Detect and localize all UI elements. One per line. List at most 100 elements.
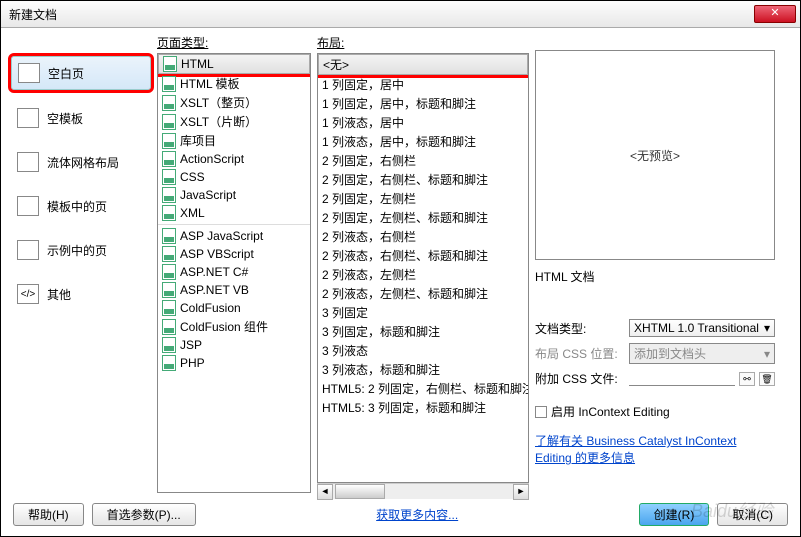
left-item-label: 空白页	[48, 65, 84, 82]
scroll-thumb[interactable]	[335, 484, 385, 499]
file-icon	[162, 228, 176, 244]
doctype-select[interactable]: XHTML 1.0 Transitional ▾	[629, 319, 775, 337]
left-item-label: 空模板	[47, 110, 83, 127]
preferences-button[interactable]: 首选参数(P)...	[92, 503, 196, 526]
file-icon	[162, 187, 176, 203]
left-item-fluid-grid[interactable]: 流体网格布局	[11, 146, 151, 178]
layout-item[interactable]: 2 列固定，右侧栏、标题和脚注	[318, 170, 528, 189]
css-position-select: 添加到文档头 ▾	[629, 343, 775, 364]
page-type-item-label: JavaScript	[180, 188, 236, 202]
cancel-button[interactable]: 取消(C)	[717, 503, 788, 526]
layout-item[interactable]: 1 列固定，居中	[318, 75, 528, 94]
page-type-item-label: ColdFusion	[180, 301, 241, 315]
page-type-item-label: XSLT（整页）	[180, 94, 257, 111]
trash-icon[interactable]: 🗑	[759, 372, 775, 386]
link-icon[interactable]: ⚯	[739, 372, 755, 386]
page-type-item[interactable]: JSP	[158, 336, 310, 354]
layout-item[interactable]: 2 列固定，右侧栏	[318, 151, 528, 170]
incontext-checkbox[interactable]	[535, 406, 547, 418]
grid-icon	[17, 152, 39, 172]
preview-text: <无预览>	[630, 147, 680, 164]
page-type-item-label: XML	[180, 206, 205, 220]
layout-item[interactable]: 3 列固定，标题和脚注	[318, 322, 528, 341]
file-icon	[162, 76, 176, 92]
layout-item[interactable]: 1 列固定，居中，标题和脚注	[318, 94, 528, 113]
left-item-blank-template[interactable]: 空模板	[11, 102, 151, 134]
scroll-track[interactable]	[387, 484, 513, 499]
page-type-item[interactable]: XML	[158, 204, 310, 222]
layout-item[interactable]: 2 列液态，右侧栏、标题和脚注	[318, 246, 528, 265]
attach-css-field[interactable]	[629, 372, 735, 386]
chevron-down-icon: ▾	[764, 321, 770, 335]
page-type-item[interactable]: ColdFusion	[158, 299, 310, 317]
layout-item[interactable]: 1 列液态，居中	[318, 113, 528, 132]
file-icon	[162, 95, 176, 111]
layout-item-label: 2 列液态，左侧栏	[322, 266, 416, 283]
right-info: HTML 文档 文档类型: XHTML 1.0 Transitional ▾ 布…	[535, 268, 775, 466]
page-type-item[interactable]: ActionScript	[158, 150, 310, 168]
page-type-panel: 页面类型: HTMLHTML 模板XSLT（整页）XSLT（片断）库项目Acti…	[157, 32, 311, 499]
left-item-sample-page[interactable]: 示例中的页	[11, 234, 151, 266]
doctype-row: 文档类型: XHTML 1.0 Transitional ▾	[535, 319, 775, 337]
page-type-item[interactable]: HTML 模板	[158, 74, 310, 93]
page-type-item[interactable]: PHP	[158, 354, 310, 372]
page-type-item[interactable]: ASP.NET C#	[158, 263, 310, 281]
page-type-item-label: ASP VBScript	[180, 247, 254, 261]
layout-item[interactable]: 2 列固定，左侧栏、标题和脚注	[318, 208, 528, 227]
file-icon	[163, 56, 177, 72]
layout-item[interactable]: 2 列液态，左侧栏	[318, 265, 528, 284]
left-item-other[interactable]: </> 其他	[11, 278, 151, 310]
dialog-body: 空白页 空模板 流体网格布局 模板中的页 示例中的页	[1, 28, 800, 536]
page-type-item-label: 库项目	[180, 132, 216, 149]
layout-item[interactable]: 1 列液态，居中，标题和脚注	[318, 132, 528, 151]
page-type-item[interactable]: HTML	[158, 54, 310, 74]
layout-item[interactable]: 3 列液态，标题和脚注	[318, 360, 528, 379]
layout-list[interactable]: <无> 1 列固定，居中1 列固定，居中，标题和脚注1 列液态，居中1 列液态，居…	[317, 53, 529, 483]
page-type-item[interactable]: XSLT（片断）	[158, 112, 310, 131]
page-type-item[interactable]: XSLT（整页）	[158, 93, 310, 112]
page-type-item[interactable]: ColdFusion 组件	[158, 317, 310, 336]
page-type-item[interactable]: JavaScript	[158, 186, 310, 204]
create-button[interactable]: 创建(R)	[639, 503, 710, 526]
left-item-blank-page[interactable]: 空白页	[11, 56, 151, 90]
left-item-label: 流体网格布局	[47, 154, 119, 171]
page-type-item[interactable]: ASP JavaScript	[158, 227, 310, 245]
page-type-item[interactable]: CSS	[158, 168, 310, 186]
layout-item[interactable]: <无>	[318, 54, 528, 75]
layout-item[interactable]: 2 列液态，右侧栏	[318, 227, 528, 246]
file-icon	[162, 282, 176, 298]
page-type-item-label: ActionScript	[180, 152, 244, 166]
get-more-link[interactable]: 获取更多内容...	[376, 506, 458, 523]
layout-item[interactable]: 2 列固定，左侧栏	[318, 189, 528, 208]
layout-item[interactable]: HTML5: 2 列固定，右侧栏、标题和脚注	[318, 379, 528, 398]
doctype-value: XHTML 1.0 Transitional	[634, 321, 759, 335]
layout-scrollbar[interactable]: ◄ ►	[317, 483, 529, 499]
layout-item[interactable]: HTML5: 3 列固定，标题和脚注	[318, 398, 528, 417]
file-icon	[162, 337, 176, 353]
template-icon	[17, 108, 39, 128]
close-button[interactable]: ✕	[754, 5, 796, 23]
incontext-row: 启用 InContext Editing	[535, 403, 775, 420]
page-type-list[interactable]: HTMLHTML 模板XSLT（整页）XSLT（片断）库项目 ActionScri…	[157, 53, 311, 493]
help-button[interactable]: 帮助(H)	[13, 503, 84, 526]
left-item-page-from-template[interactable]: 模板中的页	[11, 190, 151, 222]
pages-icon	[17, 196, 39, 216]
attach-css-label: 附加 CSS 文件:	[535, 370, 625, 387]
incontext-learn-link[interactable]: 了解有关 Business Catalyst InContext Editing…	[535, 434, 736, 465]
page-type-item-label: CSS	[180, 170, 205, 184]
page-type-item[interactable]: 库项目	[158, 131, 310, 150]
scroll-right-button[interactable]: ►	[513, 484, 529, 500]
layout-item-label: 3 列固定，标题和脚注	[322, 323, 440, 340]
page-type-item[interactable]: ASP.NET VB	[158, 281, 310, 299]
layout-item-label: 2 列固定，左侧栏、标题和脚注	[322, 209, 488, 226]
page-type-item[interactable]: ASP VBScript	[158, 245, 310, 263]
layout-item[interactable]: 3 列液态	[318, 341, 528, 360]
layout-item[interactable]: 2 列液态，左侧栏、标题和脚注	[318, 284, 528, 303]
css-position-label: 布局 CSS 位置:	[535, 345, 625, 362]
layout-item-label: 1 列液态，居中	[322, 114, 404, 131]
layout-item[interactable]: 3 列固定	[318, 303, 528, 322]
css-position-value: 添加到文档头	[634, 345, 706, 362]
scroll-left-button[interactable]: ◄	[317, 484, 333, 500]
page-icon	[18, 63, 40, 83]
layout-item-label: <无>	[323, 56, 349, 73]
